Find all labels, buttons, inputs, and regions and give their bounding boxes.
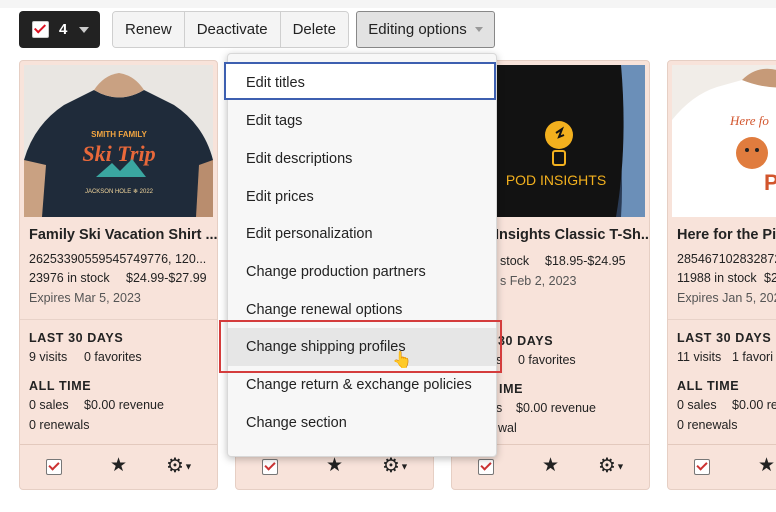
shirt-text: JACKSON HOLE ❄ 2022 [85, 188, 154, 195]
listing-title[interactable]: Here for the Pie [677, 227, 776, 243]
stock-count: 23976 in stock [29, 271, 110, 285]
price-range: $24.99-$27.99 [126, 271, 207, 285]
stock-count: stock [500, 254, 530, 268]
expiry-date: Expires Jan 5, 2023 [677, 291, 776, 305]
top-strip [0, 0, 776, 8]
listing-id: 285467102832872 [677, 252, 776, 266]
select-count-dropdown[interactable]: 4 [19, 11, 100, 48]
listing-card[interactable]: Here fo PI Here for the Pie 285467102832… [667, 60, 776, 490]
highlight-annotation [219, 320, 502, 373]
stock-count: 11988 in stock [677, 271, 757, 285]
star-icon[interactable]: ★ [326, 454, 343, 477]
listing-checkbox[interactable] [478, 459, 494, 475]
last30-header: LAST 30 DAYS [677, 331, 772, 345]
sales-count: 0 sales [677, 398, 717, 412]
shirt-text: POD INSIGHTS [506, 172, 606, 188]
product-image[interactable]: Here fo PI [672, 65, 776, 217]
renewals-count: wal [498, 421, 517, 435]
price-range: $18.95-$24.95 [545, 254, 626, 268]
listing-id: 2625339055954574977​6, 120... [29, 252, 207, 266]
bulk-action-group: Renew Deactivate Delete [112, 11, 349, 48]
listing-checkbox[interactable] [694, 459, 710, 475]
select-all-checkbox[interactable] [32, 21, 49, 38]
gear-icon[interactable]: ⚙▼ [598, 453, 625, 478]
delete-button[interactable]: Delete [280, 12, 348, 47]
visits-count: 11 visits [677, 350, 722, 364]
menu-item-change-section[interactable]: Change section [228, 404, 496, 442]
shirt-text: SMITH FAMILY [91, 130, 147, 139]
listing-title[interactable]: Family Ski Vacation Shirt ... [29, 227, 217, 243]
star-icon[interactable]: ★ [542, 454, 559, 477]
visits-count: 9 visits [29, 350, 68, 364]
renew-button[interactable]: Renew [113, 12, 185, 47]
shirt-text: Here fo [729, 113, 769, 128]
star-icon[interactable]: ★ [758, 454, 775, 477]
expiry-date: s Feb 2, 2023 [500, 274, 577, 288]
menu-item-change-production-partners[interactable]: Change production partners [228, 253, 496, 291]
menu-item-edit-descriptions[interactable]: Edit descriptions [228, 140, 496, 178]
selected-count: 4 [59, 21, 68, 38]
favorites-count: 1 favori [732, 350, 773, 364]
last30-header: LAST 30 DAYS [29, 331, 124, 345]
expiry-date: Expires Mar 5, 2023 [29, 291, 141, 305]
shirt-text: PI [764, 170, 776, 195]
editing-options-label: Editing options [368, 21, 467, 38]
star-icon[interactable]: ★ [110, 454, 127, 477]
alltime-header: IME [499, 382, 524, 396]
renewals-count: 0 renewals [29, 418, 90, 432]
alltime-header: ALL TIME [677, 379, 740, 393]
chevron-down-icon [79, 26, 90, 33]
revenue-amount: $0.00 revenue [84, 398, 164, 412]
editing-options-menu: Edit titles Edit tags Edit descriptions … [224, 53, 497, 457]
last30-header: 30 DAYS [498, 334, 554, 348]
menu-item-edit-tags[interactable]: Edit tags [228, 102, 496, 140]
listing-card[interactable]: SMITH FAMILY Ski Trip JACKSON HOLE ❄ 202… [19, 60, 218, 490]
renewals-count: 0 renewals [677, 418, 738, 432]
menu-item-edit-titles[interactable]: Edit titles [224, 62, 496, 100]
hand-cursor-icon: 👆 [392, 352, 412, 369]
price-range: $22. [764, 271, 776, 285]
card-footer: ★ ⚙▼ [20, 444, 217, 489]
revenue-amount: $0.00 revenue [516, 401, 596, 415]
revenue-amount: $0.00 re [732, 398, 776, 412]
listing-title[interactable]: Insights Classic T-Sh... [495, 227, 649, 243]
favorites-count: 0 favorites [84, 350, 142, 364]
sales-count: 0 sales [29, 398, 69, 412]
listing-checkbox[interactable] [262, 459, 278, 475]
chevron-down-icon [474, 27, 483, 32]
product-image[interactable]: SMITH FAMILY Ski Trip JACKSON HOLE ❄ 202… [24, 65, 213, 217]
editing-options-button[interactable]: Editing options [356, 11, 495, 48]
favorites-count: 0 favorites [518, 353, 576, 367]
gear-icon[interactable]: ⚙▼ [166, 453, 193, 478]
deactivate-button[interactable]: Deactivate [184, 12, 281, 47]
shirt-text: Ski Trip [82, 141, 155, 166]
menu-item-edit-personalization[interactable]: Edit personalization [228, 215, 496, 253]
listing-checkbox[interactable] [46, 459, 62, 475]
alltime-header: ALL TIME [29, 379, 92, 393]
card-footer: ★ [668, 444, 776, 489]
menu-item-edit-prices[interactable]: Edit prices [228, 178, 496, 216]
